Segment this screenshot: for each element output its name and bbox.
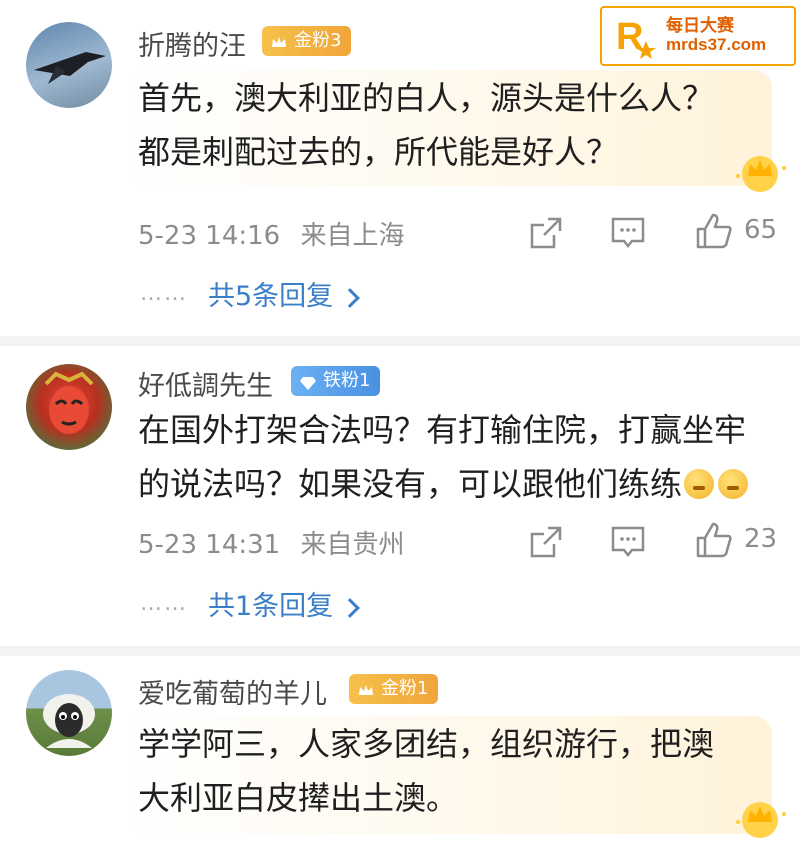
comment-item: 折腾的汪 金粉3 首先，澳大利亚的白人，源头是什么人？ 都是刺配过去的，所代能是…	[0, 0, 800, 336]
like-icon[interactable]	[694, 211, 734, 251]
diamond-icon	[299, 372, 317, 390]
username[interactable]: 折腾的汪	[138, 24, 246, 63]
comment-icon[interactable]	[608, 213, 648, 253]
crown-icon	[730, 792, 790, 844]
timestamp: 5-23 14:16	[138, 221, 281, 251]
badge-label: 铁粉1	[323, 370, 371, 391]
crown-icon	[270, 32, 288, 50]
crown-icon	[730, 146, 790, 198]
fan-badge: 金粉1	[349, 674, 439, 704]
fan-badge: 金粉3	[262, 26, 352, 56]
badge-label: 金粉3	[294, 30, 342, 51]
like-count: 23	[744, 524, 778, 554]
like-icon[interactable]	[694, 520, 734, 560]
emoji-icon	[718, 469, 749, 499]
comment-meta: 5-23 14:31 来自贵州	[138, 524, 404, 561]
reply-count-link[interactable]: 共1条回复	[208, 584, 361, 623]
crown-icon	[357, 680, 375, 698]
badge-label: 金粉1	[381, 678, 429, 699]
location: 来自贵州	[300, 530, 405, 560]
avatar[interactable]	[26, 22, 112, 108]
fan-badge: 铁粉1	[291, 366, 381, 396]
avatar[interactable]	[26, 670, 112, 756]
comment-text: 学学阿三，人家多团结，组织游行，把澳 大利亚白皮撵出土澳。	[138, 725, 715, 817]
comment-item: 好低調先生 铁粉1 在国外打架合法吗？有打输住院，打赢坐牢 的说法吗？如果没有，…	[0, 336, 800, 646]
location: 来自上海	[300, 221, 405, 251]
view-replies[interactable]: …… 共5条回复	[140, 274, 361, 313]
comment-text: 首先，澳大利亚的白人，源头是什么人？ 都是刺配过去的，所代能是好人？	[138, 79, 715, 171]
avatar[interactable]	[26, 364, 112, 450]
view-replies[interactable]: …… 共1条回复	[140, 584, 361, 623]
share-icon[interactable]	[526, 213, 566, 253]
timestamp: 5-23 14:31	[138, 530, 281, 560]
dots: ……	[140, 591, 188, 616]
like-count: 65	[744, 215, 778, 245]
reply-count-link[interactable]: 共5条回复	[208, 274, 361, 313]
emoji-icon	[684, 469, 715, 499]
comment-text: 在国外打架合法吗？有打输住院，打赢坐牢 的说法吗？如果没有，可以跟他们练练	[138, 411, 749, 503]
dots: ……	[140, 281, 188, 306]
username[interactable]: 好低調先生	[138, 364, 273, 403]
chevron-right-icon	[340, 598, 361, 618]
comment-item: 爱吃葡萄的羊儿 金粉1 学学阿三，人家多团结，组织游行，把澳 大利亚白皮撵出土澳…	[0, 646, 800, 864]
comment-meta: 5-23 14:16 来自上海	[138, 215, 404, 252]
username[interactable]: 爱吃葡萄的羊儿	[138, 672, 327, 711]
share-icon[interactable]	[526, 522, 566, 562]
comment-icon[interactable]	[608, 522, 648, 562]
chevron-right-icon	[340, 288, 361, 308]
